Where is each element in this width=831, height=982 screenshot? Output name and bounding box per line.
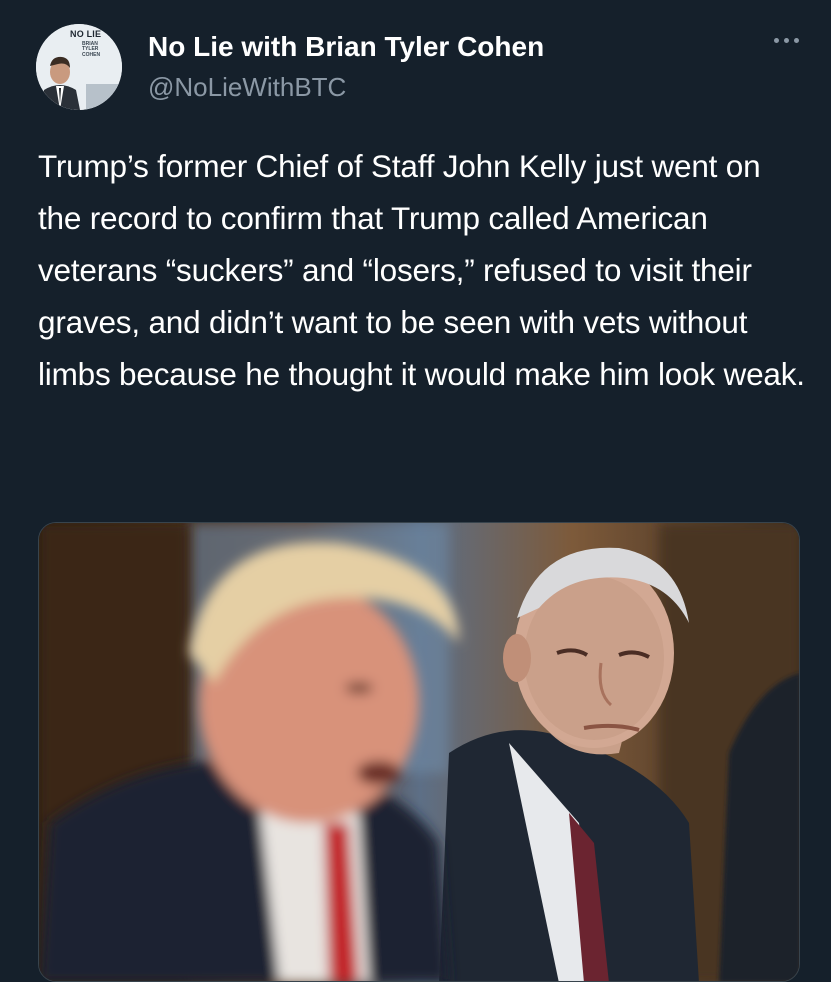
avatar-logo-text: NO LIE — [70, 29, 102, 39]
avatar-logo-subtext: BRIAN TYLER COHEN — [82, 41, 101, 58]
author-handle[interactable]: @NoLieWithBTC — [148, 70, 544, 104]
photo-two-men-at-table — [39, 523, 799, 981]
dot — [793, 37, 799, 43]
tweet-card: NO LIE BRIAN TYLER COHEN No Lie with Bri… — [0, 0, 831, 982]
tweet-body-text: Trump’s former Chief of Staff John Kelly… — [38, 148, 805, 392]
more-horizontal-icon[interactable] — [766, 30, 806, 50]
author-avatar[interactable]: NO LIE BRIAN TYLER COHEN — [36, 24, 122, 110]
tweet-header: NO LIE BRIAN TYLER COHEN No Lie with Bri… — [36, 24, 806, 114]
dot — [773, 37, 779, 43]
avatar-logo-line: COHEN — [82, 51, 101, 58]
tweet-media-image[interactable] — [38, 522, 800, 982]
author-display-name[interactable]: No Lie with Brian Tyler Cohen — [148, 30, 544, 64]
dot — [783, 37, 789, 43]
author-names: No Lie with Brian Tyler Cohen @NoLieWith… — [148, 30, 544, 104]
